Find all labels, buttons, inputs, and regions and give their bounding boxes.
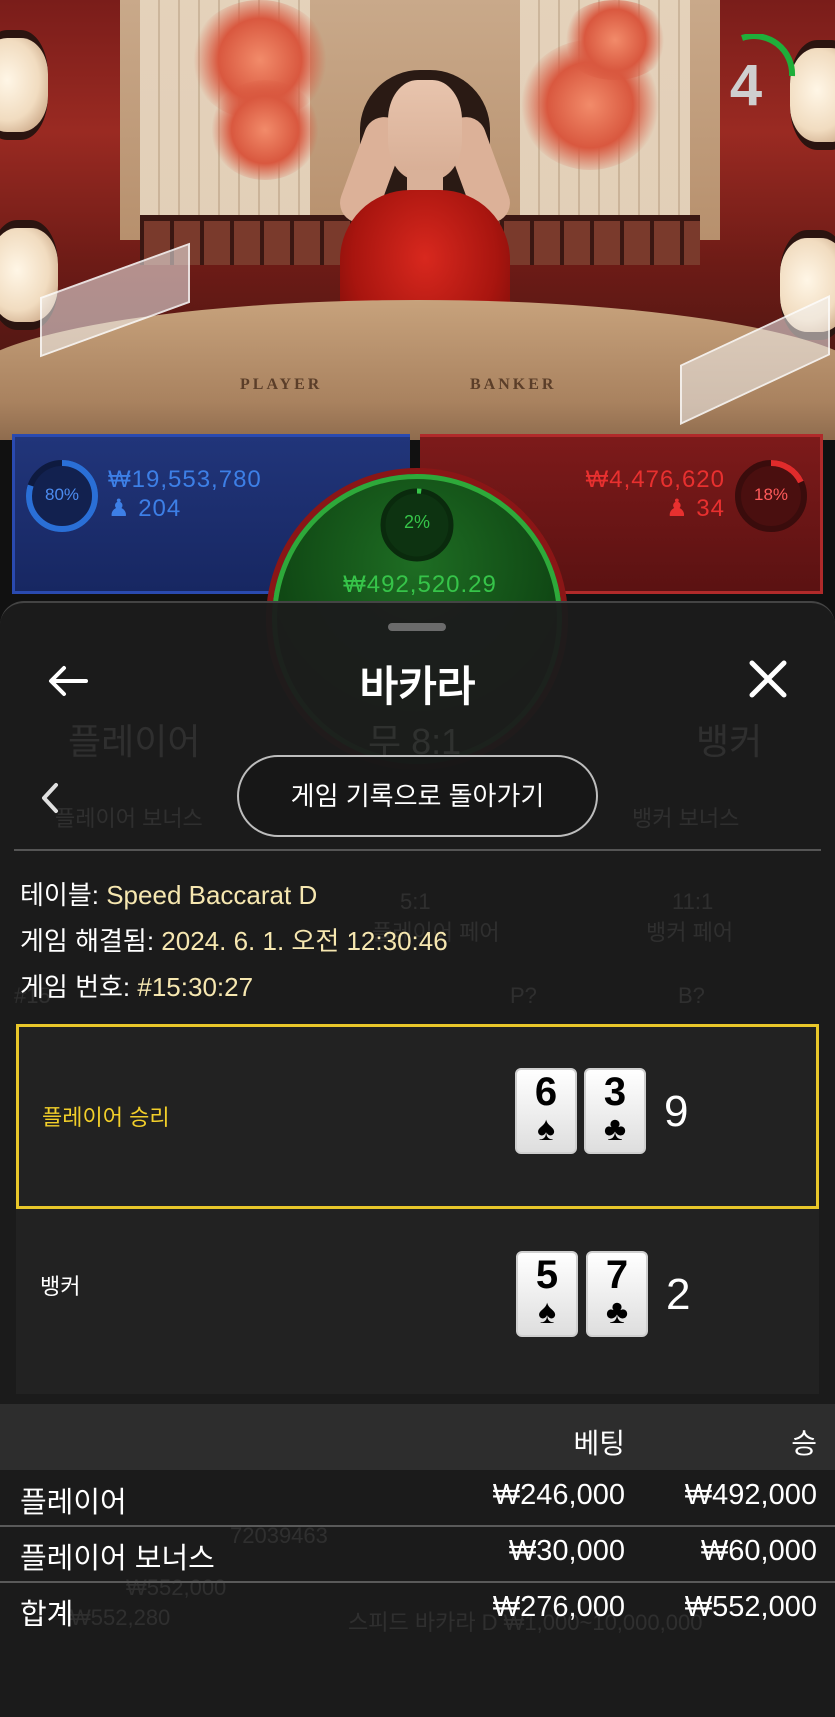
card-rank: 7 [605,1253,629,1297]
resolved-info-value: 2024. 6. 1. 오전 12:30:46 [161,926,448,956]
banker-total-amount: ₩4,476,620 [585,466,725,493]
bet-name: 플레이어 보너스 [20,1543,215,1575]
lantern [0,30,48,140]
tie-percent: 2% [403,512,430,532]
player-hand-total: 9 [664,1087,689,1136]
person-icon: ♟ [108,495,131,522]
bg-banker-spot: 뱅커 [696,721,763,762]
total-win-amount: ₩552,000 [684,1591,817,1623]
blossom [560,0,670,80]
game-number-info: 게임 번호: #15:30:27 [20,967,253,1004]
bg-player-pair-odds: 5:1 [400,889,431,914]
bg-player-spot: 플레이어 [68,721,201,762]
banker-percent: 18% [753,485,789,504]
bg-banker-predict: B? [678,983,705,1008]
win-column-header: 승 [791,1428,817,1459]
resolved-info-label: 게임 해결됨: [20,926,155,956]
card-rank: 5 [535,1253,559,1297]
blossom [210,80,320,180]
close-icon[interactable] [746,657,790,701]
bg-banker-bonus: 뱅커 보너스 [632,806,740,831]
back-to-history-button[interactable]: 게임 기록으로 돌아가기 [237,755,598,837]
table-info-value: Speed Baccarat D [106,880,318,910]
lantern [790,40,835,150]
banker-result-label: 뱅커 [40,1274,81,1299]
total-label: 합계 [20,1599,74,1631]
playing-card: 6 ♠ [515,1068,577,1154]
playing-card: 3 ♣ [584,1068,646,1154]
total-bet-amount: ₩276,000 [492,1591,625,1623]
banker-hand-total: 2 [666,1270,691,1319]
win-amount: ₩60,000 [700,1535,817,1567]
game-detail-sheet: 플레이어 무 8:1 뱅커 플레이어 보너스 뱅커 보너스 5:1 플레이어 페… [0,601,835,1717]
bet-row: 플레이어 보너스 ₩30,000 ₩60,000 [0,1527,835,1583]
club-icon: ♣ [605,1293,629,1331]
banker-bettor-count: ♟ 34 [666,494,725,523]
bet-name: 플레이어 [20,1487,127,1519]
bg-banker-pair: 뱅커 페어 [646,920,734,945]
table-player-label: PLAYER [240,376,323,393]
spade-icon: ♠ [536,1110,556,1148]
resolved-info: 게임 해결됨: 2024. 6. 1. 오전 12:30:46 [20,921,448,958]
bet-total-row: 합계 ₩276,000 ₩552,000 [0,1583,835,1639]
player-percent: 80% [44,485,80,504]
sheet-title: 바카라 [359,663,476,710]
card-rank: 3 [603,1070,627,1114]
bg-banker-pair-odds: 11:1 [672,889,714,914]
person-icon: ♟ [666,495,689,522]
win-amount: ₩492,000 [684,1479,817,1511]
divider [14,849,821,851]
banker-bettor-count-value: 34 [696,495,725,522]
player-bettor-count: ♟ 204 [108,494,181,523]
bets-table-header: 베팅 승 [0,1404,835,1470]
table-banker-label: BANKER [470,376,557,393]
countdown-timer: 4 [729,53,763,118]
game-number-label: 게임 번호: [20,972,131,1002]
player-result-label: 플레이어 승리 [42,1105,170,1130]
bet-amount: ₩246,000 [492,1479,625,1511]
game-number-value: #15:30:27 [137,972,254,1002]
sheet-drag-handle[interactable] [388,623,446,631]
dealer-face [388,80,462,180]
player-total-amount: ₩19,553,780 [108,466,262,493]
playing-card: 5 ♠ [516,1251,578,1337]
tie-total-amount: ₩492,520.29 [343,571,497,598]
player-bettor-count-value: 204 [138,495,182,522]
table-info-label: 테이블: [20,880,99,910]
club-icon: ♣ [603,1110,627,1148]
bg-player-predict: P? [510,983,537,1008]
bg-player-bonus: 플레이어 보너스 [55,806,203,831]
card-rank: 6 [534,1070,558,1114]
playing-card: 7 ♣ [586,1251,648,1337]
bet-column-header: 베팅 [573,1428,625,1459]
bet-amount: ₩30,000 [508,1535,625,1567]
live-video-feed: PLAYER BANKER 4 [0,0,835,440]
bet-row: 플레이어 ₩246,000 ₩492,000 [0,1471,835,1527]
chevron-left-icon[interactable] [38,781,62,815]
spade-icon: ♠ [537,1293,557,1331]
banker-result-row [16,1209,819,1394]
table-info: 테이블: Speed Baccarat D [20,875,317,912]
